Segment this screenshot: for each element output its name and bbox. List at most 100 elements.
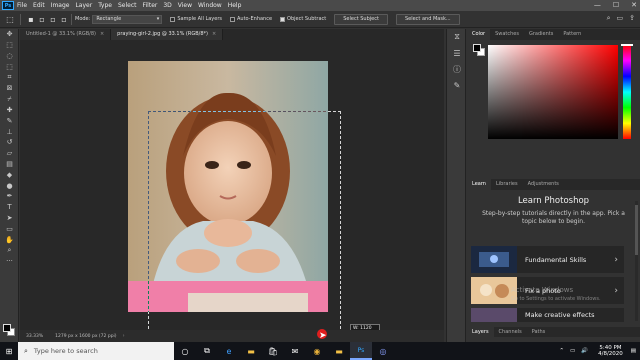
- taskbar-search-box[interactable]: ⌕ Type here to search: [18, 342, 174, 360]
- document-image[interactable]: [128, 61, 328, 312]
- mode-dropdown[interactable]: Rectangle: [92, 14, 163, 24]
- card-make-creative-effects[interactable]: Make creative effects: [471, 308, 624, 322]
- move-tool-icon[interactable]: ✥: [0, 29, 19, 40]
- edge-browser-icon[interactable]: e: [218, 342, 240, 360]
- file-explorer-icon[interactable]: ▬: [240, 342, 262, 360]
- history-brush-tool-icon[interactable]: ↺: [0, 137, 19, 148]
- tab-color[interactable]: Color: [467, 29, 491, 40]
- menu-image[interactable]: Image: [48, 0, 73, 11]
- crop-tool-icon[interactable]: ⌗: [0, 72, 19, 83]
- lasso-tool-icon[interactable]: ◌: [0, 51, 19, 62]
- eyedropper-tool-icon[interactable]: ⌿: [0, 94, 19, 105]
- menu-type[interactable]: Type: [95, 0, 115, 11]
- canvas-area[interactable]: W: 1120 px H: 1500 px: [20, 40, 444, 349]
- tab-libraries[interactable]: Libraries: [491, 179, 523, 190]
- eraser-tool-icon[interactable]: ▱: [0, 148, 19, 159]
- menu-file[interactable]: File: [14, 0, 30, 11]
- notifications-icon[interactable]: ▤: [631, 348, 636, 354]
- path-selection-tool-icon[interactable]: ➤: [0, 213, 19, 224]
- foreground-color-swatch[interactable]: [3, 324, 11, 332]
- marquee-tool-icon[interactable]: ⬚: [0, 40, 19, 51]
- search-icon[interactable]: ⌕: [607, 14, 611, 23]
- tab-praying-girl[interactable]: praying-girl-2.jpg @ 33.1% (RGB/8*) ×: [111, 29, 224, 40]
- mail-icon[interactable]: ✉: [284, 342, 306, 360]
- menu-help[interactable]: Help: [225, 0, 245, 11]
- select-and-mask-button[interactable]: Select and Mask...: [395, 13, 460, 25]
- more-tools-icon[interactable]: ···: [0, 256, 19, 267]
- object-selection-tool-icon[interactable]: ⬚: [3, 13, 17, 25]
- auto-enhance-checkbox[interactable]: Auto-Enhance: [229, 16, 272, 22]
- color-panel-swatches[interactable]: [473, 44, 485, 56]
- file-folder-icon[interactable]: ▬: [328, 342, 350, 360]
- tab-paths[interactable]: Paths: [527, 327, 551, 337]
- new-selection-icon[interactable]: ▪: [27, 13, 35, 25]
- minimize-button[interactable]: —: [594, 0, 601, 11]
- volume-icon[interactable]: 🔊: [581, 348, 588, 354]
- object-subtract-checkbox[interactable]: Object Subtract: [280, 16, 326, 22]
- intersect-selection-icon[interactable]: ▫: [60, 13, 68, 25]
- menu-select[interactable]: Select: [115, 0, 140, 11]
- close-tab-icon[interactable]: ×: [100, 31, 104, 37]
- tab-swatches[interactable]: Swatches: [490, 29, 524, 40]
- menu-layer[interactable]: Layer: [72, 0, 95, 11]
- zoom-tool-icon[interactable]: ⌕: [0, 245, 19, 256]
- status-menu-arrow-icon[interactable]: ›: [123, 333, 125, 339]
- tab-gradients[interactable]: Gradients: [524, 29, 558, 40]
- frame-tool-icon[interactable]: ⊠: [0, 83, 19, 94]
- menu-window[interactable]: Window: [195, 0, 225, 11]
- task-view-icon[interactable]: ○: [174, 342, 196, 360]
- gradient-tool-icon[interactable]: ▤: [0, 159, 19, 170]
- chrome-icon[interactable]: ◉: [306, 342, 328, 360]
- add-selection-icon[interactable]: ▫: [38, 13, 46, 25]
- tab-layers[interactable]: Layers: [467, 327, 494, 337]
- foreground-background-colors[interactable]: [3, 324, 15, 336]
- tab-patterns[interactable]: Pattern: [558, 29, 586, 40]
- pen-tool-icon[interactable]: ✒: [0, 191, 19, 202]
- menu-3d[interactable]: 3D: [160, 0, 174, 11]
- clone-stamp-tool-icon[interactable]: ⊥: [0, 126, 19, 137]
- close-button[interactable]: ✕: [631, 0, 637, 11]
- tab-channels[interactable]: Channels: [494, 327, 527, 337]
- dodge-tool-icon[interactable]: ●: [0, 180, 19, 191]
- menu-edit[interactable]: Edit: [30, 0, 48, 11]
- hand-tool-icon[interactable]: ✋: [0, 234, 19, 245]
- tab-adjustments[interactable]: Adjustments: [523, 179, 564, 190]
- info-panel-icon[interactable]: ⓘ: [447, 61, 467, 77]
- subtract-selection-icon[interactable]: ▫: [49, 13, 57, 25]
- color-picker-field[interactable]: [488, 45, 618, 139]
- healing-brush-tool-icon[interactable]: ✚: [0, 105, 19, 116]
- scrollbar-thumb[interactable]: [635, 205, 638, 255]
- brushes-panel-icon[interactable]: ✎: [447, 77, 467, 93]
- tab-untitled-1[interactable]: Untitled-1 @ 33.1% (RGB/8) ×: [20, 29, 112, 40]
- sample-all-layers-checkbox[interactable]: Sample All Layers: [170, 16, 222, 22]
- hue-slider-handle[interactable]: [621, 44, 633, 46]
- maximize-button[interactable]: ☐: [613, 0, 619, 11]
- select-subject-button[interactable]: Select Subject: [334, 13, 388, 25]
- card-fundamental-skills[interactable]: Fundamental Skills ›: [471, 246, 624, 273]
- windows-start-icon[interactable]: ⊞: [0, 342, 18, 360]
- foreground-color-chip[interactable]: [473, 44, 481, 52]
- menu-filter[interactable]: Filter: [140, 0, 161, 11]
- microsoft-store-icon[interactable]: 🛍: [262, 342, 284, 360]
- object-selection-tool-icon[interactable]: ⬚: [0, 61, 19, 72]
- close-tab-icon[interactable]: ×: [212, 31, 216, 37]
- blur-tool-icon[interactable]: ◆: [0, 169, 19, 180]
- task-view-timeline-icon[interactable]: ⧉: [196, 342, 218, 360]
- share-icon[interactable]: ⇪: [629, 14, 635, 23]
- properties-panel-icon[interactable]: ☰: [447, 45, 467, 61]
- workspace-icon[interactable]: ▭: [617, 14, 624, 23]
- menu-view[interactable]: View: [175, 0, 195, 11]
- brush-tool-icon[interactable]: ✎: [0, 115, 19, 126]
- photoshop-taskbar-icon[interactable]: Ps: [350, 342, 372, 360]
- history-panel-icon[interactable]: ⧖: [447, 29, 467, 45]
- type-tool-icon[interactable]: T: [0, 202, 19, 213]
- taskbar-clock[interactable]: 5:40 PM 4/8/2020: [598, 345, 623, 358]
- hue-slider[interactable]: [623, 45, 631, 139]
- zoom-level[interactable]: 33.33%: [20, 334, 49, 339]
- rectangle-tool-icon[interactable]: ▭: [0, 223, 19, 234]
- learn-panel-scrollbar[interactable]: [635, 201, 638, 321]
- app-taskbar-icon[interactable]: ◎: [372, 342, 394, 360]
- tab-learn[interactable]: Learn: [467, 179, 491, 190]
- tray-chevron-icon[interactable]: ⌃: [559, 348, 564, 354]
- network-icon[interactable]: ▭: [570, 348, 575, 354]
